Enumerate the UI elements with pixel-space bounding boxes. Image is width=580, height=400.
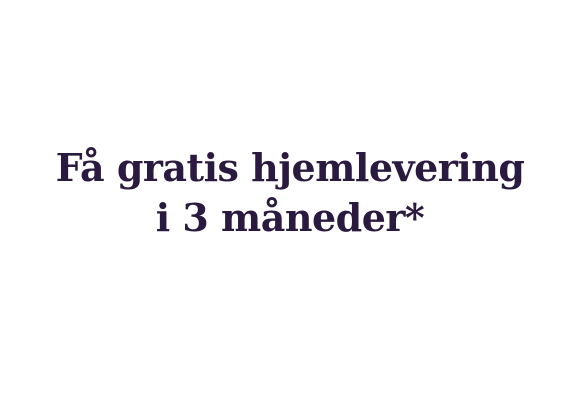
promo-headline-line-1: Få gratis hjemlevering <box>55 145 525 190</box>
promo-banner: Få gratis hjemlevering i 3 måneder* <box>0 0 580 400</box>
promo-headline-line-2: i 3 måneder* <box>155 195 425 240</box>
promo-headline: Få gratis hjemlevering i 3 måneder* <box>56 143 525 243</box>
